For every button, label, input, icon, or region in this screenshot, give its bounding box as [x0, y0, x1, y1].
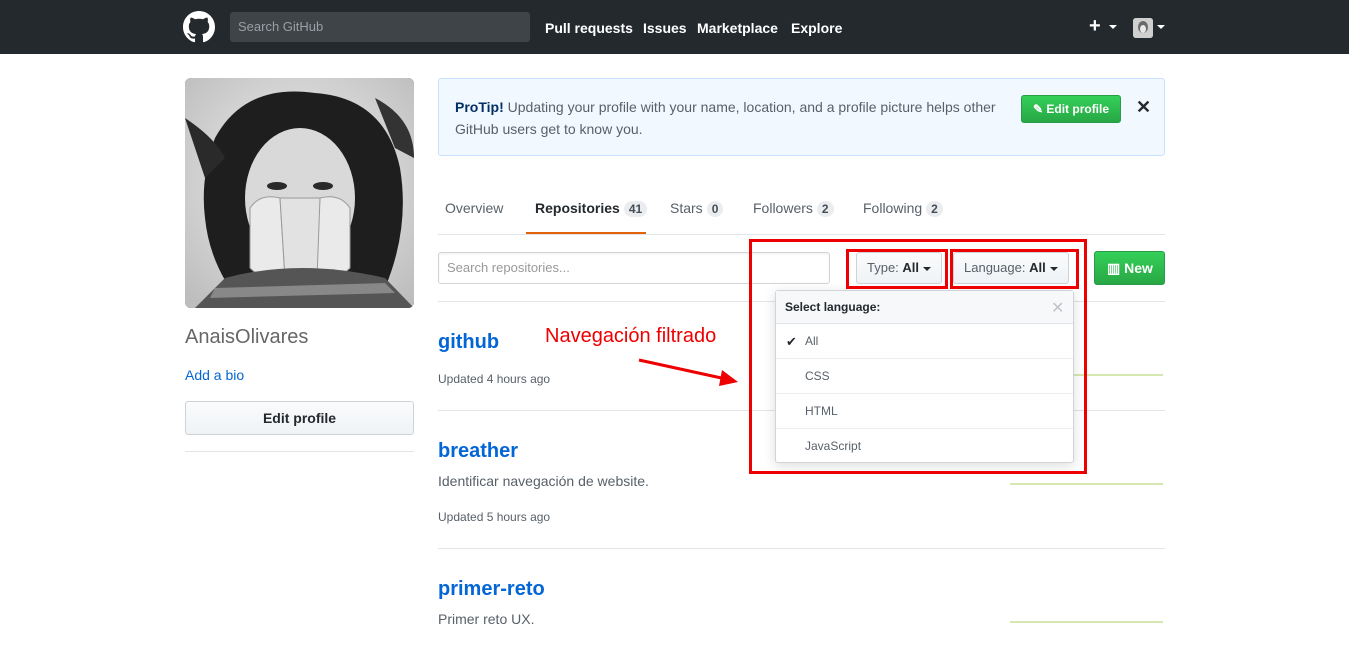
- repo-link-github[interactable]: github: [438, 331, 499, 354]
- annotation-box-language: [950, 249, 1079, 289]
- nav-explore[interactable]: Explore: [791, 20, 842, 36]
- protip-banner: ProTip! Updating your profile with your …: [438, 78, 1165, 156]
- nav-pull-requests[interactable]: Pull requests: [545, 20, 633, 36]
- repo-description: Primer reto UX.: [438, 611, 535, 627]
- top-header: Search GitHub Pull requests Issues Marke…: [0, 0, 1349, 54]
- new-repo-label: New: [1124, 260, 1153, 276]
- tab-followers[interactable]: Followers 2: [753, 200, 834, 217]
- tab-counter: 41: [623, 201, 648, 217]
- close-icon[interactable]: ✕: [1136, 97, 1151, 118]
- add-bio-link[interactable]: Add a bio: [185, 367, 244, 383]
- new-repo-button[interactable]: ▥ New: [1094, 251, 1165, 285]
- tab-label: Overview: [445, 200, 504, 216]
- annotation-label: Navegación filtrado: [545, 325, 717, 347]
- tab-counter: 2: [926, 201, 943, 217]
- tab-stars[interactable]: Stars 0: [670, 200, 724, 217]
- repo-description: Identificar navegación de website.: [438, 473, 649, 489]
- activity-graph: [1010, 621, 1163, 623]
- tab-repositories[interactable]: Repositories 41: [535, 200, 648, 217]
- annotation-box-type: [846, 249, 948, 289]
- repo-link-primer-reto[interactable]: primer-reto: [438, 578, 545, 601]
- protip-text: ProTip! Updating your profile with your …: [455, 96, 1015, 140]
- chevron-down-icon: [1109, 25, 1117, 29]
- github-search-input[interactable]: Search GitHub: [230, 12, 530, 42]
- profile-username: AnaisOlivares: [185, 326, 309, 348]
- protip-label: ProTip!: [455, 99, 504, 115]
- create-new-icon[interactable]: +: [1089, 16, 1101, 36]
- tab-label: Following: [863, 200, 923, 216]
- nav-marketplace[interactable]: Marketplace: [697, 20, 778, 36]
- tab-counter: 0: [706, 201, 724, 217]
- tab-following[interactable]: Following 2: [863, 200, 943, 217]
- tab-overview[interactable]: Overview: [445, 200, 503, 216]
- repo-updated: Updated 5 hours ago: [438, 510, 551, 524]
- protip-edit-profile-button[interactable]: ✎ Edit profile: [1021, 95, 1121, 123]
- tab-label: Repositories: [535, 200, 620, 216]
- divider: [185, 451, 414, 452]
- repo-link-breather[interactable]: breather: [438, 440, 518, 463]
- protip-edit-profile-label: Edit profile: [1046, 102, 1110, 116]
- nav-issues[interactable]: Issues: [643, 20, 687, 36]
- github-logo-icon[interactable]: [183, 11, 215, 43]
- pencil-icon: ✎: [1032, 102, 1044, 116]
- profile-tabs: Overview Repositories 41 Stars 0 Followers…: [438, 181, 1165, 235]
- edit-profile-button[interactable]: Edit profile: [185, 401, 414, 435]
- chevron-down-icon: [1157, 25, 1165, 29]
- activity-graph: [1010, 483, 1163, 485]
- protip-message: Updating your profile with your name, lo…: [455, 99, 996, 137]
- profile-avatar[interactable]: [185, 78, 414, 308]
- active-tab-indicator: [526, 232, 646, 234]
- tab-counter: 2: [816, 201, 834, 217]
- tab-label: Stars: [670, 200, 703, 216]
- arrow-icon: [638, 358, 738, 386]
- tab-label: Followers: [753, 200, 813, 216]
- user-avatar-icon[interactable]: [1133, 18, 1153, 38]
- repo-icon: ▥: [1107, 260, 1121, 276]
- repo-updated: Updated 4 hours ago: [438, 372, 551, 386]
- divider: [438, 548, 1165, 549]
